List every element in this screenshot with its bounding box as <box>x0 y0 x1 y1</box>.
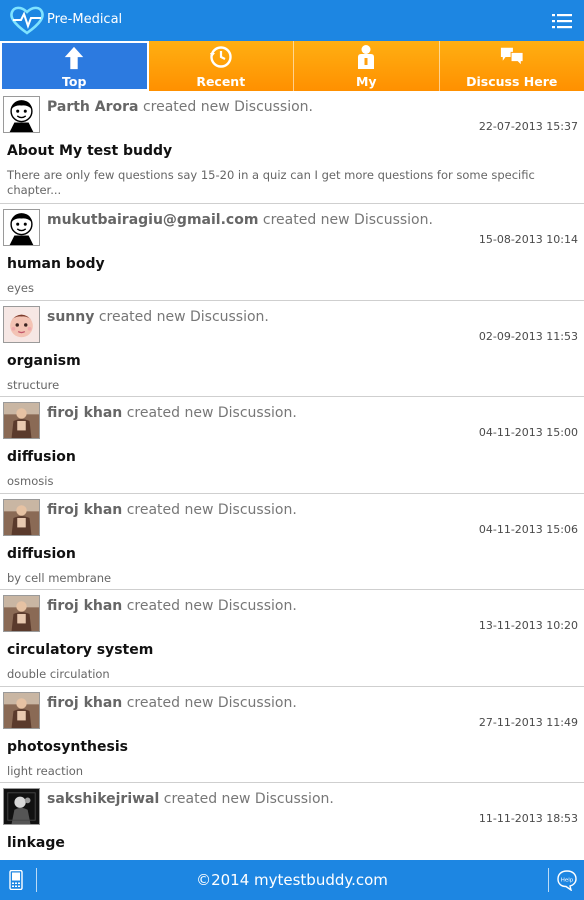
app-title: Pre-Medical <box>47 12 123 27</box>
tab-my[interactable]: My <box>294 41 440 91</box>
discussion-title[interactable]: circulatory system <box>7 642 153 658</box>
person-photo-avatar-icon <box>4 596 39 631</box>
activity-text: created new Discussion. <box>126 598 297 614</box>
author-name[interactable]: firoj khan <box>47 695 122 711</box>
tab-top[interactable]: Top <box>0 41 149 91</box>
discussion-item[interactable]: Parth Arora created new Discussion. 22-0… <box>0 91 584 204</box>
activity-text: created new Discussion. <box>163 791 334 807</box>
activity-line: firoj khan created new Discussion. <box>47 502 297 518</box>
discussion-item[interactable]: firoj khan created new Discussion. 04-11… <box>0 494 584 590</box>
author-name[interactable]: sakshikejriwal <box>47 791 159 807</box>
timestamp: 04-11-2013 15:06 <box>478 522 578 536</box>
discussion-description: double circulation <box>7 667 110 681</box>
discussion-description: There are only few questions say 15-20 i… <box>7 168 535 197</box>
person-photo-avatar-icon <box>4 692 39 728</box>
discussion-title[interactable]: human body <box>7 256 105 272</box>
tab-label: My <box>355 74 377 89</box>
activity-text: created new Discussion. <box>126 501 297 518</box>
divider <box>548 868 549 892</box>
author-name[interactable]: firoj khan <box>47 502 122 518</box>
discussion-title[interactable]: diffusion <box>7 546 76 562</box>
avatar <box>3 498 40 536</box>
discussion-item[interactable]: mukutbairagiu@gmail.com created new Disc… <box>0 204 584 301</box>
help-bubble-icon[interactable]: Help <box>556 869 578 891</box>
discussion-description: structure <box>7 377 60 392</box>
heart-pulse-logo-icon <box>10 6 44 35</box>
author-name[interactable]: firoj khan <box>47 405 122 421</box>
child-photo-avatar-icon <box>4 306 39 342</box>
timestamp: 15-08-2013 10:14 <box>478 233 578 246</box>
avatar <box>3 402 40 439</box>
footer-bar: ©2014 mytestbuddy.com Help <box>0 860 584 900</box>
chat-bubbles-icon <box>500 47 524 67</box>
discussion-description: light reaction <box>7 763 84 778</box>
activity-text: created new Discussion. <box>126 694 297 711</box>
discussion-description: eyes <box>7 281 34 295</box>
activity-line: sakshikejriwal created new Discussion. <box>47 791 334 807</box>
tab-bar: Top Recent My Discuss Here <box>0 41 584 91</box>
discussion-item[interactable]: firoj khan created new Discussion. 27-11… <box>0 687 584 783</box>
discussion-item[interactable]: firoj khan created new Discussion. 13-11… <box>0 590 584 687</box>
tab-discuss-here[interactable]: Discuss Here <box>440 41 584 91</box>
discussion-title[interactable]: organism <box>7 353 81 369</box>
author-name[interactable]: mukutbairagiu@gmail.com <box>47 212 258 228</box>
tab-label: Top <box>62 74 87 89</box>
author-name[interactable]: firoj khan <box>47 598 122 614</box>
discussion-title[interactable]: diffusion <box>7 449 76 465</box>
tab-recent[interactable]: Recent <box>149 41 294 91</box>
arrow-up-icon <box>65 46 84 70</box>
activity-line: sunny created new Discussion. <box>47 309 269 325</box>
activity-line: firoj khan created new Discussion. <box>47 695 297 711</box>
discussion-item[interactable]: sakshikejriwal created new Discussion. 1… <box>0 783 584 860</box>
avatar <box>3 595 40 632</box>
avatar <box>3 691 40 729</box>
default-cartoon-avatar-icon <box>9 213 34 245</box>
dark-photo-avatar-icon <box>4 789 39 824</box>
tab-label: Discuss Here <box>466 74 558 89</box>
timestamp: 13-11-2013 10:20 <box>478 619 578 632</box>
clock-icon <box>209 46 232 68</box>
activity-line: firoj khan created new Discussion. <box>47 598 297 614</box>
discussion-description: osmosis <box>7 474 54 488</box>
app-header: Pre-Medical <box>0 0 584 41</box>
activity-line: firoj khan created new Discussion. <box>47 405 297 421</box>
discussion-title[interactable]: About My test buddy <box>7 143 172 159</box>
discussion-description: by cell membrane <box>7 570 112 585</box>
default-cartoon-avatar-icon <box>9 100 34 132</box>
menu-icon[interactable] <box>552 13 572 29</box>
author-name[interactable]: sunny <box>47 309 94 325</box>
discussion-item[interactable]: firoj khan created new Discussion. 04-11… <box>0 397 584 494</box>
discussion-title[interactable]: photosynthesis <box>7 739 128 755</box>
avatar <box>3 788 40 825</box>
copyright-text[interactable]: ©2014 mytestbuddy.com <box>0 871 584 889</box>
activity-text: created new Discussion. <box>98 308 269 325</box>
activity-text: created new Discussion. <box>142 99 314 115</box>
discussion-title[interactable]: linkage <box>7 835 65 851</box>
activity-text: created new Discussion. <box>262 212 433 228</box>
person-icon <box>358 45 375 69</box>
timestamp: 27-11-2013 11:49 <box>478 715 578 729</box>
activity-line: Parth Arora created new Discussion. <box>47 99 313 115</box>
discussion-list: Parth Arora created new Discussion. 22-0… <box>0 91 584 860</box>
avatar <box>3 209 40 246</box>
help-label: Help <box>561 878 574 884</box>
person-photo-avatar-icon <box>4 403 39 438</box>
avatar <box>3 96 40 133</box>
timestamp: 22-07-2013 15:37 <box>478 120 578 133</box>
author-name[interactable]: Parth Arora <box>47 99 138 115</box>
tab-label: Recent <box>196 74 246 89</box>
timestamp: 02-09-2013 11:53 <box>478 329 578 343</box>
timestamp: 04-11-2013 15:00 <box>478 426 578 439</box>
discussion-item[interactable]: sunny created new Discussion. 02-09-2013… <box>0 301 584 397</box>
person-photo-avatar-icon <box>4 499 39 535</box>
activity-line: mukutbairagiu@gmail.com created new Disc… <box>47 212 433 228</box>
activity-text: created new Discussion. <box>126 405 297 421</box>
timestamp: 11-11-2013 18:53 <box>478 812 578 825</box>
avatar <box>3 305 40 343</box>
